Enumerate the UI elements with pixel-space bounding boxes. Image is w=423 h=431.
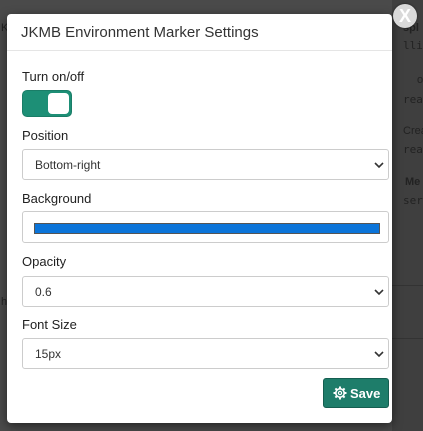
toggle-label: Turn on/off [22, 69, 85, 84]
position-select[interactable]: Bottom-right [22, 149, 389, 180]
close-icon: X [398, 6, 411, 26]
on-off-toggle[interactable] [22, 90, 72, 117]
opacity-label: Opacity [22, 254, 67, 269]
chevron-down-icon [374, 351, 384, 358]
background-color-swatch [34, 223, 380, 234]
background-text: Crea [403, 125, 423, 137]
background-text: rea [403, 93, 423, 106]
background-text: o [417, 74, 423, 86]
background-text: ser [403, 194, 423, 207]
close-button[interactable]: X [393, 4, 417, 28]
background-text: Me [405, 176, 421, 188]
font-size-value: 15px [35, 347, 62, 361]
gear-icon [333, 386, 347, 400]
background-label: Background [22, 191, 92, 206]
opacity-value: 0.6 [35, 285, 52, 299]
save-label: Save [350, 386, 381, 401]
font-size-select[interactable]: 15px [22, 338, 389, 369]
background-text: lli [403, 39, 423, 52]
chevron-down-icon [374, 289, 384, 296]
settings-modal: JKMB Environment Marker Settings Turn on… [7, 14, 392, 423]
background-divider [392, 338, 423, 339]
background-page-sidebar [392, 0, 423, 431]
background-color-picker[interactable] [22, 211, 389, 243]
modal-title: JKMB Environment Marker Settings [21, 24, 259, 41]
background-text: rea [403, 143, 423, 156]
modal-header: JKMB Environment Marker Settings [7, 14, 392, 51]
save-button[interactable]: Save [323, 378, 389, 408]
font-size-label: Font Size [22, 317, 77, 332]
background-divider [392, 285, 423, 286]
opacity-select[interactable]: 0.6 [22, 276, 389, 307]
position-value: Bottom-right [35, 158, 101, 172]
toggle-knob [48, 93, 69, 114]
chevron-down-icon [374, 162, 384, 169]
position-label: Position [22, 128, 69, 143]
